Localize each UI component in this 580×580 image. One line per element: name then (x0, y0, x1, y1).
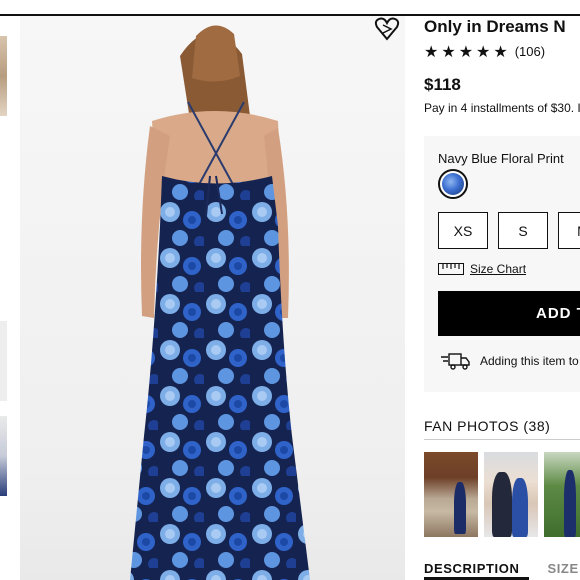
rating-stars: ★★★★★ (424, 42, 511, 61)
color-label: Navy Blue Floral Print (438, 151, 564, 166)
fan-photo-1[interactable] (424, 452, 478, 537)
fan-photo-figure (564, 470, 576, 537)
ruler-icon (438, 263, 464, 275)
size-xs-button[interactable]: XS (438, 212, 488, 249)
wishlist-button[interactable] (374, 16, 400, 42)
size-chart-link[interactable]: Size Chart (438, 262, 526, 276)
add-to-bag-button[interactable]: ADD T (438, 291, 580, 336)
product-title: Only in Dreams N (424, 17, 566, 36)
fan-photo-figure (492, 472, 512, 537)
size-s-button[interactable]: S (498, 212, 548, 249)
fan-photo-figure (512, 478, 528, 537)
rating[interactable]: ★★★★★ (106) (424, 42, 545, 61)
shipping-note: Adding this item to (440, 352, 579, 370)
product-tabs: DESCRIPTION SIZE (424, 561, 580, 576)
truck-icon (441, 353, 470, 370)
size-chart-label[interactable]: Size Chart (470, 262, 526, 276)
thumbnail-2[interactable] (0, 321, 7, 401)
thumbnail-1[interactable] (0, 36, 7, 116)
product-price: $118 (424, 75, 461, 94)
tab-description[interactable]: DESCRIPTION (424, 561, 519, 576)
review-count[interactable]: (106) (515, 44, 545, 59)
tab-size[interactable]: SIZE (547, 561, 578, 576)
size-m-button[interactable]: M (558, 212, 580, 249)
fan-photos-title: FAN PHOTOS (38) (424, 418, 551, 434)
thumbnail-strip (0, 16, 10, 580)
heart-icon (374, 17, 400, 41)
fan-photo-figure (454, 482, 466, 534)
color-swatch[interactable] (438, 169, 468, 199)
product-main-image[interactable] (20, 16, 405, 580)
thumbnail-3[interactable] (0, 416, 7, 496)
fan-photo-2[interactable] (484, 452, 538, 537)
fan-photos-divider (424, 439, 580, 440)
floral-swatch-icon (442, 173, 464, 195)
installments-text: Pay in 4 installments of $30. I (424, 101, 580, 115)
fan-photo-3[interactable] (544, 452, 580, 537)
shipping-note-text: Adding this item to (480, 354, 579, 368)
